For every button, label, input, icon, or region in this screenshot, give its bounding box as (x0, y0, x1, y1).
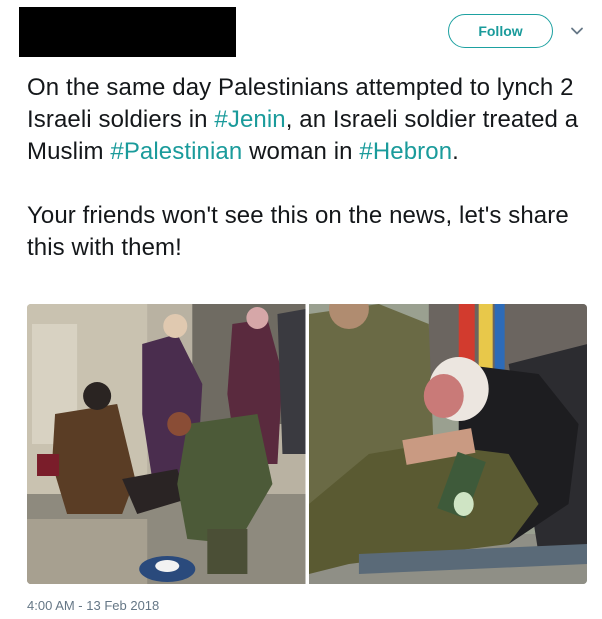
media-photo-right[interactable] (308, 304, 587, 584)
tweet-timestamp[interactable]: 4:00 AM - 13 Feb 2018 (27, 598, 159, 613)
photo-ambulance-scene (308, 304, 587, 584)
tweet-text: On the same day Palestinians attempted t… (27, 72, 587, 264)
redacted-user-info (19, 7, 236, 57)
hashtag-palestinian[interactable]: #Palestinian (110, 138, 242, 165)
chevron-down-icon[interactable] (568, 22, 586, 40)
photo-street-scene (27, 304, 306, 584)
tweet-text-segment: . (452, 138, 459, 165)
media-photo-left[interactable] (27, 304, 306, 584)
follow-button[interactable]: Follow (448, 14, 553, 48)
tweet-text-segment: woman in (242, 138, 360, 165)
hashtag-hebron[interactable]: #Hebron (359, 138, 452, 165)
follow-button-label: Follow (478, 23, 523, 39)
hashtag-jenin[interactable]: #Jenin (214, 106, 285, 133)
tweet-paragraph-1: On the same day Palestinians attempted t… (27, 72, 587, 168)
tweet-paragraph-2: Your friends won't see this on the news,… (27, 202, 569, 261)
media-grid (27, 304, 587, 584)
